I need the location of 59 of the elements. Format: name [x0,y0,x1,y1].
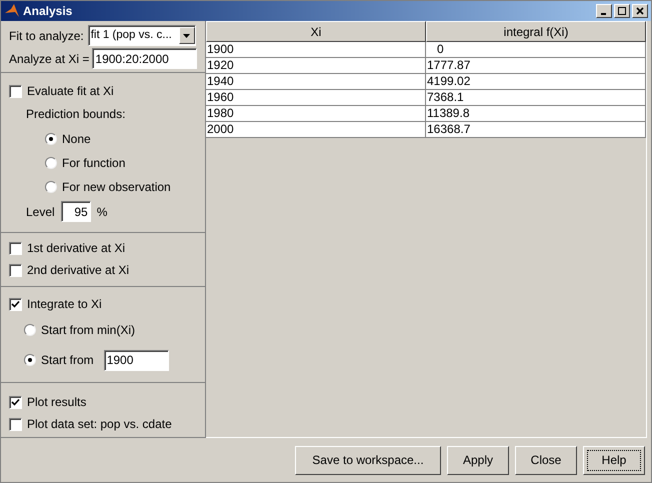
fit-dropdown[interactable]: fit 1 (pop vs. c... [88,25,196,46]
checkbox-label: Plot data set: pop vs. cdate [27,416,172,433]
table-cell: 1920 [206,58,426,74]
xi-input-field[interactable]: 1900:20:2000 [92,48,197,69]
field-label: Fit to analyze: [9,28,84,44]
check-icon [11,398,20,406]
field-label: Analyze at Xi = [9,50,90,68]
level-input-field[interactable]: 95 [60,201,91,222]
checkbox[interactable] [9,418,22,430]
checkbox-label: Plot results [27,394,86,411]
table-cell: 1960 [206,90,426,106]
dialog-button[interactable]: Save to workspace... [295,446,441,474]
radio-button[interactable] [45,133,57,145]
checkbox[interactable] [9,396,22,408]
close-icon [636,7,644,15]
dialog-button[interactable]: Help [583,446,645,474]
dialog-button[interactable]: Apply [447,446,509,474]
table-cell: 2000 [206,122,426,138]
radio-label: For new observation [62,179,171,196]
table-cell: 0 [426,42,646,58]
column-header: integral f(Xi) [426,21,646,42]
checkbox[interactable] [9,242,22,254]
app-logo-icon [4,3,20,19]
checkbox-label: Evaluate fit at Xi [27,83,114,100]
maximize-icon [618,7,626,15]
minimize-button[interactable] [596,4,612,18]
table-cell: 16368.7 [426,122,646,138]
table-cell: 7368.1 [426,90,646,106]
radio-button[interactable] [24,354,36,366]
field-label: Level [26,204,55,220]
maximize-button[interactable] [614,4,630,18]
section-label: Prediction bounds: [26,106,126,123]
checkbox-label: 2nd derivative at Xi [27,262,130,279]
check-icon [11,300,20,308]
table-cell: 4199.02 [426,74,646,90]
column-header: Xi [206,21,426,42]
radio-button[interactable] [45,157,57,169]
table-cell: 11389.8 [426,106,646,122]
checkbox[interactable] [9,84,22,98]
radio-button[interactable] [24,324,36,336]
table-cell: 1900 [206,42,426,58]
radio-label: Start from [41,352,94,369]
table-cell: 1980 [206,106,426,122]
close-button[interactable] [632,4,648,18]
radio-label: None [62,131,91,148]
unit-label: % [96,204,108,220]
checkbox-label: Integrate to Xi [27,296,102,313]
window-title: Analysis [23,3,72,20]
table-cell: 1940 [206,74,426,90]
dialog-button[interactable]: Close [515,446,577,474]
table-cell: 1777.87 [426,58,646,74]
radio-label: For function [62,155,126,172]
radio-button[interactable] [45,181,57,193]
checkbox[interactable] [9,264,22,276]
checkbox-label: 1st derivative at Xi [27,240,126,257]
radio-label: Start from min(Xi) [41,322,136,339]
checkbox[interactable] [9,298,22,310]
caret-icon [183,34,190,38]
start-input-field[interactable]: 1900 [104,350,169,370]
